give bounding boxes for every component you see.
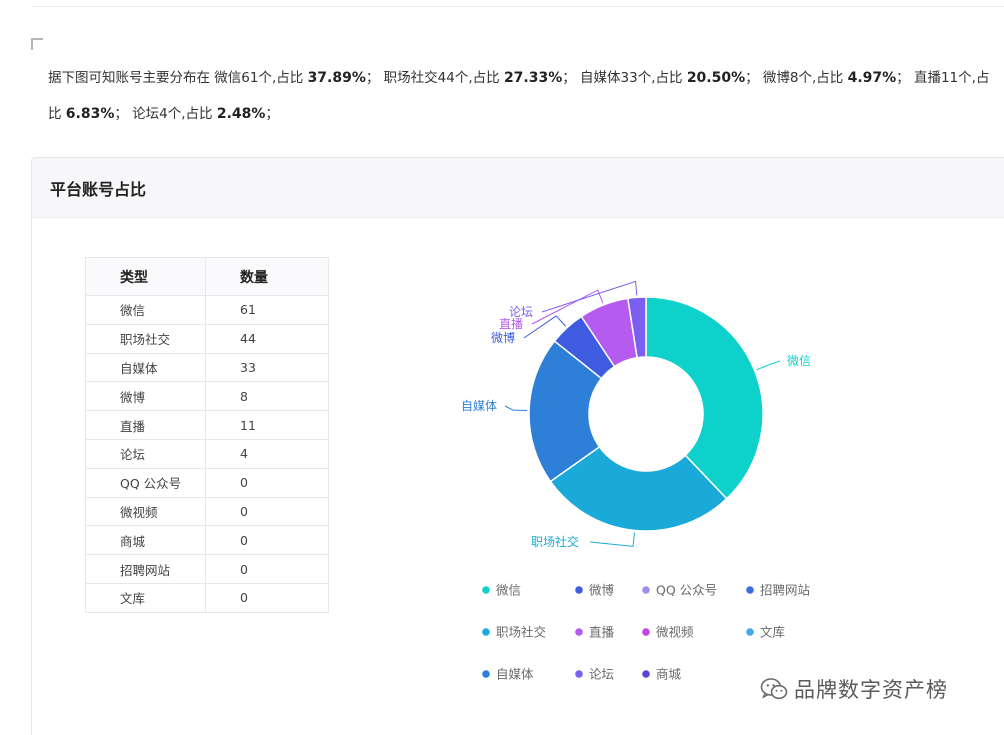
legend-marker[interactable]: [642, 586, 650, 594]
legend-marker[interactable]: [575, 670, 583, 678]
watermark: 品牌数字资产榜: [760, 674, 948, 704]
legend-marker[interactable]: [575, 628, 583, 636]
slice-label: 微信: [787, 354, 811, 368]
legend-marker[interactable]: [482, 628, 490, 636]
legend-marker[interactable]: [482, 586, 490, 594]
slice-label-leader: [756, 360, 781, 371]
legend-label[interactable]: 论坛: [589, 667, 614, 682]
legend-label[interactable]: 文库: [760, 625, 785, 640]
slice-label: 论坛: [509, 305, 533, 319]
legend-label[interactable]: 微视频: [656, 625, 694, 640]
legend-label[interactable]: 微信: [496, 583, 521, 598]
legend-label[interactable]: QQ 公众号: [656, 583, 717, 598]
slice-label: 自媒体: [461, 399, 497, 413]
legend-label[interactable]: 微博: [589, 583, 615, 598]
legend-label[interactable]: 直播: [589, 625, 615, 640]
legend-label[interactable]: 招聘网站: [760, 583, 810, 598]
slice-label-leader: [589, 532, 635, 547]
slice-label-leader: [504, 405, 528, 412]
legend-label[interactable]: 职场社交: [496, 625, 546, 640]
wechat-icon: [760, 678, 788, 700]
slice-label: 微博: [491, 330, 515, 345]
legend-label[interactable]: 自媒体: [496, 667, 534, 682]
legend-marker[interactable]: [575, 586, 583, 594]
slice-label: 职场社交: [531, 534, 579, 549]
legend-marker[interactable]: [642, 628, 650, 636]
legend-marker[interactable]: [746, 628, 754, 636]
legend-marker[interactable]: [642, 670, 650, 678]
watermark-text: 品牌数字资产榜: [794, 678, 948, 702]
legend-label[interactable]: 商城: [656, 667, 682, 682]
legend-marker[interactable]: [746, 586, 754, 594]
legend-marker[interactable]: [482, 670, 490, 678]
slice-label: 直播: [499, 317, 523, 331]
donut-chart: 微信职场社交自媒体微博直播论坛微信 微博 QQ 公众号 招聘网站职场社交 直播 微视频 文库…: [461, 280, 811, 682]
